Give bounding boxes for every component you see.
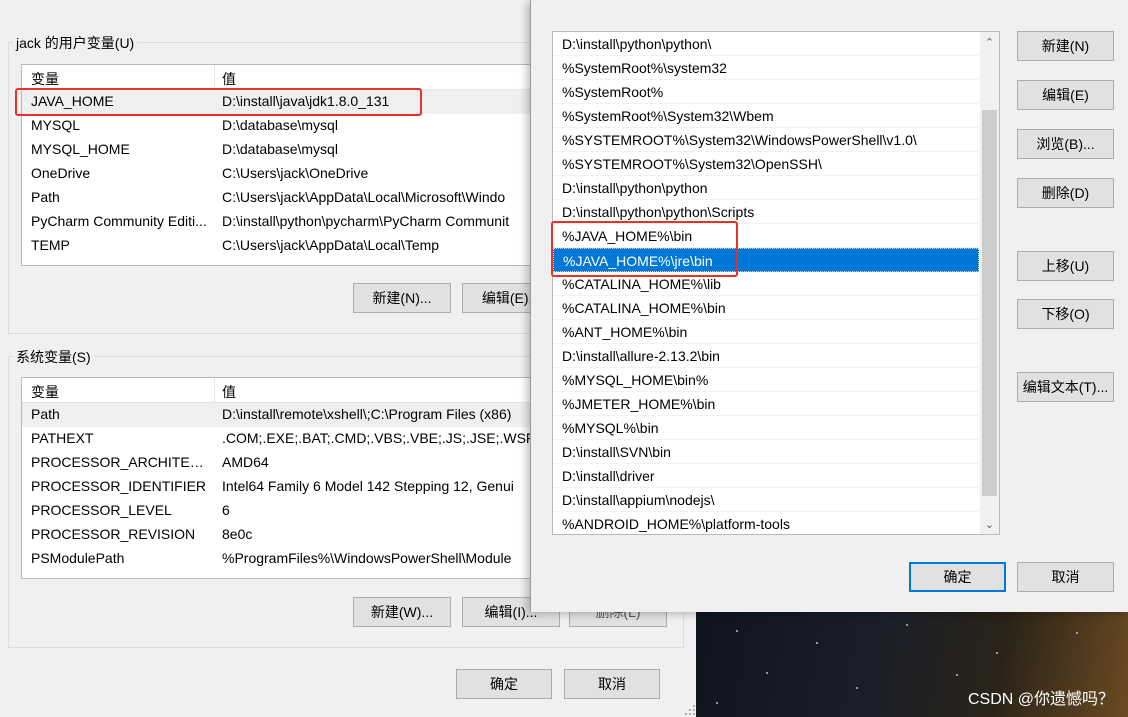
list-item[interactable]: D:\install\appium\nodejs\ bbox=[553, 488, 979, 512]
list-item[interactable]: D:\install\allure-2.13.2\bin bbox=[553, 344, 979, 368]
path-list-scrollbar[interactable]: ⌃ ⌄ bbox=[980, 32, 999, 534]
variable-name: TEMP bbox=[31, 237, 70, 253]
variable-value: .COM;.EXE;.BAT;.CMD;.VBS;.VBE;.JS;.JSE;.… bbox=[222, 430, 543, 446]
path-browse-button[interactable]: 浏览(B)... bbox=[1017, 129, 1114, 159]
variable-value: C:\Users\jack\AppData\Local\Temp bbox=[222, 237, 440, 253]
list-item[interactable]: D:\install\python\python\ bbox=[553, 32, 979, 56]
table-row[interactable]: PROCESSOR_LEVEL 6 bbox=[22, 499, 542, 523]
variable-value: %ProgramFiles%\WindowsPowerShell\Module bbox=[222, 550, 512, 566]
list-item[interactable]: D:\install\python\python\Scripts bbox=[553, 200, 979, 224]
table-row[interactable]: PROCESSOR_ARCHITECT... AMD64 bbox=[22, 451, 542, 475]
table-row[interactable]: Path C:\Users\jack\AppData\Local\Microsof… bbox=[22, 186, 542, 210]
user-variables-title: jack 的用户变量(U) bbox=[13, 33, 138, 53]
path-ok-button[interactable]: 确定 bbox=[909, 562, 1006, 592]
table-row[interactable]: MYSQL_HOME D:\database\mysql bbox=[22, 138, 542, 162]
variable-name: PSModulePath bbox=[31, 550, 125, 566]
column-header-value[interactable]: 值 bbox=[222, 382, 236, 402]
list-item[interactable]: D:\install\python\python bbox=[553, 176, 979, 200]
table-row[interactable]: PSModulePath %ProgramFiles%\WindowsPowerS… bbox=[22, 547, 542, 571]
list-item[interactable]: %MYSQL_HOME\bin% bbox=[553, 368, 979, 392]
user-variables-list[interactable]: 变量 值 JAVA_HOME D:\install\java\jdk1.8.0_1… bbox=[21, 64, 543, 266]
list-item[interactable]: %SystemRoot%\system32 bbox=[553, 56, 979, 80]
variable-name: PyCharm Community Editi... bbox=[31, 213, 207, 229]
variable-value: D:\database\mysql bbox=[222, 141, 338, 157]
list-item[interactable]: %CATALINA_HOME%\bin bbox=[553, 296, 979, 320]
variable-value: 6 bbox=[222, 502, 230, 518]
variable-name: PATHEXT bbox=[31, 430, 94, 446]
table-row[interactable]: JAVA_HOME D:\install\java\jdk1.8.0_131 bbox=[22, 90, 542, 114]
variable-value: AMD64 bbox=[222, 454, 269, 470]
path-edit-text-button[interactable]: 编辑文本(T)... bbox=[1017, 372, 1114, 402]
list-item[interactable]: %SYSTEMROOT%\System32\OpenSSH\ bbox=[553, 152, 979, 176]
path-delete-button[interactable]: 删除(D) bbox=[1017, 178, 1114, 208]
table-row[interactable]: MYSQL D:\database\mysql bbox=[22, 114, 542, 138]
list-item[interactable]: %ANDROID_HOME%\platform-tools bbox=[553, 512, 979, 534]
path-new-button[interactable]: 新建(N) bbox=[1017, 31, 1114, 61]
variable-name: MYSQL_HOME bbox=[31, 141, 130, 157]
path-cancel-button[interactable]: 取消 bbox=[1017, 562, 1114, 592]
variable-value: D:\install\python\pycharm\PyCharm Commun… bbox=[222, 213, 510, 229]
variable-name: PROCESSOR_IDENTIFIER bbox=[31, 478, 207, 494]
system-new-button[interactable]: 新建(W)... bbox=[353, 597, 451, 627]
variable-name: Path bbox=[31, 189, 60, 205]
path-move-down-button[interactable]: 下移(O) bbox=[1017, 299, 1114, 329]
variable-value: D:\install\remote\xshell\;C:\Program Fil… bbox=[222, 406, 512, 422]
variable-value: C:\Users\jack\AppData\Local\Microsoft\Wi… bbox=[222, 189, 506, 205]
variable-value: 8e0c bbox=[222, 526, 253, 542]
variable-value: D:\database\mysql bbox=[222, 117, 338, 133]
list-item[interactable]: %MYSQL%\bin bbox=[553, 416, 979, 440]
table-row[interactable]: PROCESSOR_IDENTIFIER Intel64 Family 6 Mod… bbox=[22, 475, 542, 499]
user-variables-header: 变量 值 bbox=[22, 65, 542, 90]
list-item[interactable]: %SYSTEMROOT%\System32\WindowsPowerShell\… bbox=[553, 128, 979, 152]
resize-grip-icon[interactable] bbox=[684, 704, 696, 716]
list-item[interactable]: %JAVA_HOME%\jre\bin bbox=[553, 248, 979, 272]
list-item[interactable]: %ANT_HOME%\bin bbox=[553, 320, 979, 344]
variable-value: D:\install\java\jdk1.8.0_131 bbox=[222, 93, 390, 109]
path-move-up-button[interactable]: 上移(U) bbox=[1017, 251, 1114, 281]
list-item[interactable]: %SystemRoot%\System32\Wbem bbox=[553, 104, 979, 128]
env-ok-button[interactable]: 确定 bbox=[456, 669, 552, 699]
variable-value: Intel64 Family 6 Model 142 Stepping 12, … bbox=[222, 478, 514, 494]
variable-name: PROCESSOR_REVISION bbox=[31, 526, 196, 542]
table-row[interactable]: PyCharm Community Editi... D:\install\pyt… bbox=[22, 210, 542, 234]
column-header-value[interactable]: 值 bbox=[222, 69, 236, 89]
table-row[interactable]: OneDrive C:\Users\jack\OneDrive bbox=[22, 162, 542, 186]
list-item[interactable]: D:\install\SVN\bin bbox=[553, 440, 979, 464]
table-row[interactable]: PATHEXT .COM;.EXE;.BAT;.CMD;.VBS;.VBE;.JS… bbox=[22, 427, 542, 451]
list-item[interactable]: %CATALINA_HOME%\lib bbox=[553, 272, 979, 296]
list-item[interactable]: D:\install\driver bbox=[553, 464, 979, 488]
env-cancel-button[interactable]: 取消 bbox=[564, 669, 660, 699]
table-row[interactable]: PROCESSOR_REVISION 8e0c bbox=[22, 523, 542, 547]
list-item[interactable]: %JMETER_HOME%\bin bbox=[553, 392, 979, 416]
system-variables-header: 变量 值 bbox=[22, 378, 542, 403]
list-item[interactable]: %SystemRoot% bbox=[553, 80, 979, 104]
variable-name: PROCESSOR_LEVEL bbox=[31, 502, 172, 518]
variable-name: Path bbox=[31, 406, 60, 422]
column-header-name[interactable]: 变量 bbox=[31, 382, 59, 402]
system-variables-title: 系统变量(S) bbox=[13, 347, 94, 367]
scroll-down-icon[interactable]: ⌄ bbox=[980, 514, 999, 534]
variable-name: PROCESSOR_ARCHITECT... bbox=[31, 454, 211, 470]
variable-name: OneDrive bbox=[31, 165, 91, 181]
path-edit-button[interactable]: 编辑(E) bbox=[1017, 80, 1114, 110]
variable-name: MYSQL bbox=[31, 117, 81, 133]
list-item[interactable]: %JAVA_HOME%\bin bbox=[553, 224, 979, 248]
column-header-name[interactable]: 变量 bbox=[31, 69, 59, 89]
user-new-button[interactable]: 新建(N)... bbox=[353, 283, 451, 313]
table-row[interactable]: TEMP C:\Users\jack\AppData\Local\Temp bbox=[22, 234, 542, 258]
path-entries-list[interactable]: D:\install\python\python\ %SystemRoot%\sy… bbox=[552, 31, 1000, 535]
edit-path-dialog: D:\install\python\python\ %SystemRoot%\sy… bbox=[530, 0, 1128, 612]
scroll-thumb[interactable] bbox=[982, 110, 997, 496]
scroll-up-icon[interactable]: ⌃ bbox=[980, 32, 999, 52]
system-variables-list[interactable]: 变量 值 Path D:\install\remote\xshell\;C:\Pr… bbox=[21, 377, 543, 579]
table-row[interactable]: Path D:\install\remote\xshell\;C:\Program… bbox=[22, 403, 542, 427]
variable-value: C:\Users\jack\OneDrive bbox=[222, 165, 369, 181]
csdn-watermark: CSDN @你遗憾吗？ bbox=[967, 691, 1114, 708]
variable-name: JAVA_HOME bbox=[31, 93, 114, 109]
desktop-wallpaper: CSDN @你遗憾吗？ bbox=[696, 612, 1128, 717]
